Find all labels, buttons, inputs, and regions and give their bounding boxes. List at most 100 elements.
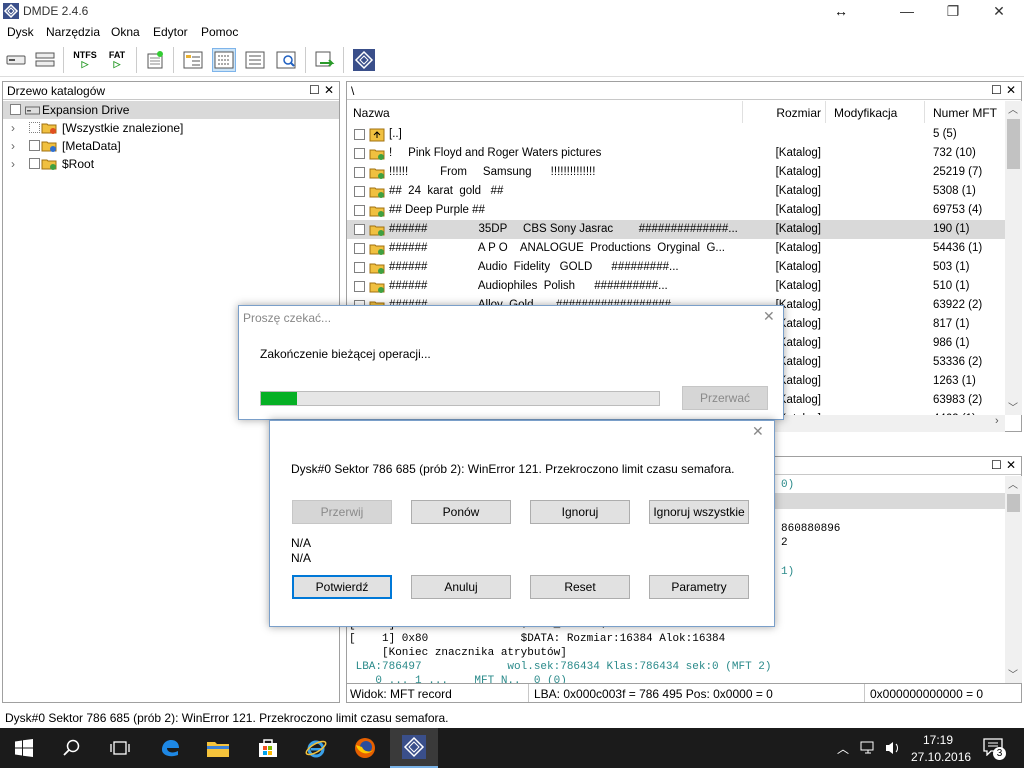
hex-view-icon[interactable] <box>274 48 298 72</box>
task-view-button[interactable] <box>96 728 144 768</box>
show-hidden-icons-icon[interactable]: ︿ <box>837 740 849 757</box>
ignore-all-button[interactable]: Ignoruj wszystkie <box>649 500 749 524</box>
file-row[interactable]: ###### Audio Fidelity GOLD #########... [… <box>347 258 1007 277</box>
volume-icon[interactable] <box>884 740 902 756</box>
list-view-icon[interactable] <box>212 48 236 72</box>
folder-icon <box>369 282 385 293</box>
edge-button[interactable] <box>146 728 194 768</box>
fat-button[interactable]: FAT ▷ <box>104 48 130 72</box>
file-row[interactable]: ###### 35DP CBS Sony Jasrac ############… <box>347 220 1007 239</box>
internet-explorer-button[interactable] <box>292 728 340 768</box>
search-button[interactable] <box>48 728 96 768</box>
parameters-button[interactable]: Parametry <box>649 575 749 599</box>
tree-item-metadata[interactable]: › [MetaData] <box>3 137 339 155</box>
dmde-logo-icon[interactable] <box>352 48 376 72</box>
chevron-right-icon[interactable]: › <box>11 121 15 135</box>
file-row[interactable]: ###### Audiophiles Polish ##########... [… <box>347 277 1007 296</box>
chevron-right-icon[interactable]: › <box>11 157 15 171</box>
menu-dysk[interactable]: Dysk <box>7 25 34 39</box>
task-view-icon <box>110 741 130 755</box>
file-row-checkbox[interactable] <box>354 243 365 254</box>
retry-button[interactable]: Ponów <box>411 500 511 524</box>
file-row[interactable]: ! Pink Floyd and Roger Waters pictures [K… <box>347 144 1007 163</box>
tree-checkbox[interactable] <box>29 140 40 151</box>
cancel-button[interactable]: Anuluj <box>411 575 511 599</box>
copy-files-icon[interactable] <box>313 48 337 72</box>
maximize-button[interactable]: ❐ <box>930 0 976 22</box>
drive-icon[interactable] <box>4 48 28 72</box>
store-button[interactable] <box>244 728 292 768</box>
column-header-name[interactable]: Nazwa <box>353 101 743 123</box>
tree-item-all-found[interactable]: › [Wszystkie znalezione] <box>3 119 339 137</box>
file-row[interactable]: ## Deep Purple ## [Katalog] 69753 (4) <box>347 201 1007 220</box>
file-row-checkbox[interactable] <box>354 262 365 273</box>
tree-maximize-icon[interactable]: ☐ <box>309 83 320 97</box>
menu-narzedzia[interactable]: Narzędzia <box>46 25 100 39</box>
close-button[interactable]: ✕ <box>976 0 1022 22</box>
wait-dialog-title: Proszę czekać... <box>243 311 332 325</box>
mft-maximize-icon[interactable]: ☐ <box>991 458 1002 472</box>
error-dialog-close-icon[interactable]: ✕ <box>752 423 764 440</box>
file-name: ## Deep Purple ## <box>389 204 485 216</box>
firefox-button[interactable] <box>341 728 389 768</box>
file-row-checkbox[interactable] <box>354 148 365 159</box>
tree-checkbox[interactable] <box>10 104 21 115</box>
new-search-icon[interactable] <box>143 48 167 72</box>
mft-close-icon[interactable]: ✕ <box>1006 458 1016 472</box>
tree-view-icon[interactable] <box>181 48 205 72</box>
abort-button[interactable]: Przerwać <box>682 386 768 410</box>
folder-icon <box>41 159 57 170</box>
dmde-taskbar-button[interactable] <box>390 728 438 768</box>
file-row[interactable]: !!!!!! From Samsung !!!!!!!!!!!!!! [Katal… <box>347 163 1007 182</box>
na-value-1: N/A <box>291 536 312 550</box>
tree-close-icon[interactable]: ✕ <box>324 83 334 97</box>
file-row-checkbox[interactable] <box>354 205 365 216</box>
view-mode-label: Widok: MFT record <box>350 687 452 701</box>
file-row[interactable]: [..] 5 (5) <box>347 125 1007 144</box>
start-button[interactable] <box>0 728 48 768</box>
title-bar: DMDE 2.4.6 ↔ — ❐ ✕ <box>0 0 1024 22</box>
tree-item-root[interactable]: › $Root <box>3 155 339 173</box>
file-row-checkbox[interactable] <box>354 129 365 140</box>
file-size: [Katalog] <box>775 166 821 178</box>
file-row-checkbox[interactable] <box>354 281 365 292</box>
confirm-button[interactable]: Potwierdź <box>292 575 392 599</box>
ntfs-button[interactable]: NTFS ▷ <box>72 48 98 72</box>
clock-date[interactable]: 27.10.2016 <box>911 750 971 764</box>
tree-root-drive[interactable]: Expansion Drive <box>3 101 339 119</box>
minimize-button[interactable]: — <box>884 0 930 22</box>
file-row[interactable]: ###### A P O ANALOGUE Productions Orygin… <box>347 239 1007 258</box>
action-center-button[interactable]: 3 <box>983 738 1007 760</box>
details-view-icon[interactable] <box>243 48 267 72</box>
file-row[interactable]: ## 24 karat gold ## [Katalog] 5308 (1) <box>347 182 1007 201</box>
network-icon[interactable] <box>860 740 878 756</box>
resize-arrows-icon[interactable]: ↔ <box>834 3 848 19</box>
file-row-checkbox[interactable] <box>354 224 365 235</box>
column-header-mft[interactable]: Numer MFT <box>927 101 1007 123</box>
file-list-scrollbar[interactable]: ︿ ﹀ <box>1005 101 1022 415</box>
file-mft-number: 25219 (7) <box>933 166 983 178</box>
break-button[interactable]: Przerwij <box>292 500 392 524</box>
list-close-icon[interactable]: ✕ <box>1006 83 1016 97</box>
file-row-checkbox[interactable] <box>354 186 365 197</box>
menu-okna[interactable]: Okna <box>111 25 140 39</box>
wait-dialog-close-icon[interactable]: ✕ <box>763 308 775 325</box>
menu-edytor[interactable]: Edytor <box>153 25 188 39</box>
file-explorer-button[interactable] <box>194 728 242 768</box>
ignore-button[interactable]: Ignoruj <box>530 500 630 524</box>
column-header-size[interactable]: Rozmiar <box>743 101 826 123</box>
column-header-modified[interactable]: Modyfikacja <box>829 101 925 123</box>
file-size: [Katalog] <box>775 204 821 216</box>
mft-scrollbar[interactable]: ︿ ﹀ <box>1005 476 1022 683</box>
file-row-checkbox[interactable] <box>354 167 365 178</box>
reset-button[interactable]: Reset <box>530 575 630 599</box>
chevron-right-icon[interactable]: › <box>11 139 15 153</box>
tree-checkbox[interactable] <box>29 122 40 133</box>
store-icon <box>259 739 277 757</box>
clock-time[interactable]: 17:19 <box>923 733 953 747</box>
file-name: ###### Audiophiles Polish ##########... <box>389 280 668 292</box>
menu-pomoc[interactable]: Pomoc <box>201 25 238 39</box>
tree-checkbox[interactable] <box>29 158 40 169</box>
partitions-icon[interactable] <box>33 48 57 72</box>
list-maximize-icon[interactable]: ☐ <box>991 83 1002 97</box>
